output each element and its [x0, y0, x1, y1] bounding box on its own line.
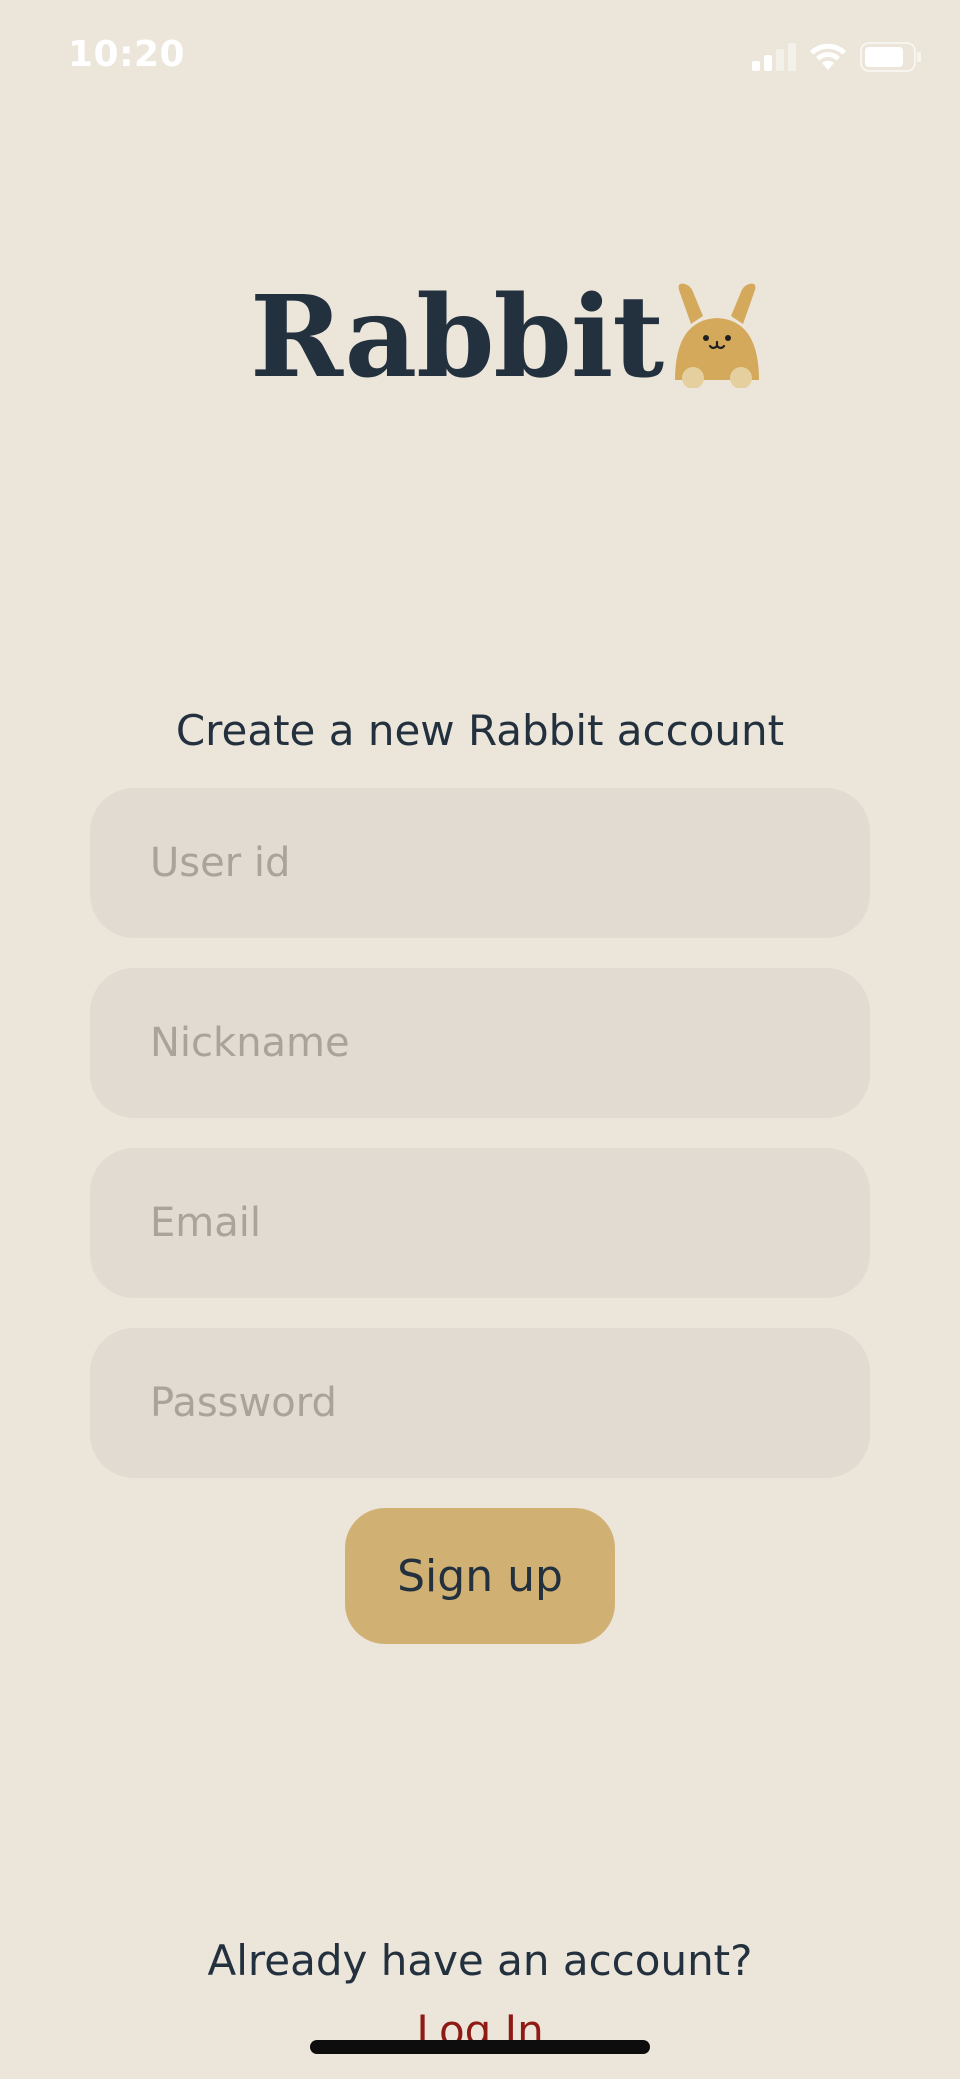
status-icons [752, 42, 922, 76]
already-have-account-text: Already have an account? [207, 1936, 753, 1985]
status-time: 10:20 [68, 34, 186, 75]
password-input[interactable] [90, 1328, 870, 1478]
user-id-input[interactable] [90, 788, 870, 938]
form-heading: Create a new Rabbit account [175, 706, 785, 755]
rabbit-mascot-icon [669, 280, 765, 392]
logo-text: Rabbit [250, 272, 664, 403]
app-logo: Rabbit [250, 280, 765, 394]
battery-icon [860, 42, 922, 76]
sign-up-button[interactable]: Sign up [345, 1508, 615, 1644]
home-indicator[interactable] [310, 2040, 650, 2054]
wifi-icon [810, 43, 846, 75]
email-input[interactable] [90, 1148, 870, 1298]
nickname-input[interactable] [90, 968, 870, 1118]
status-bar: 10:20 [0, 0, 960, 120]
signal-icon [752, 43, 796, 75]
